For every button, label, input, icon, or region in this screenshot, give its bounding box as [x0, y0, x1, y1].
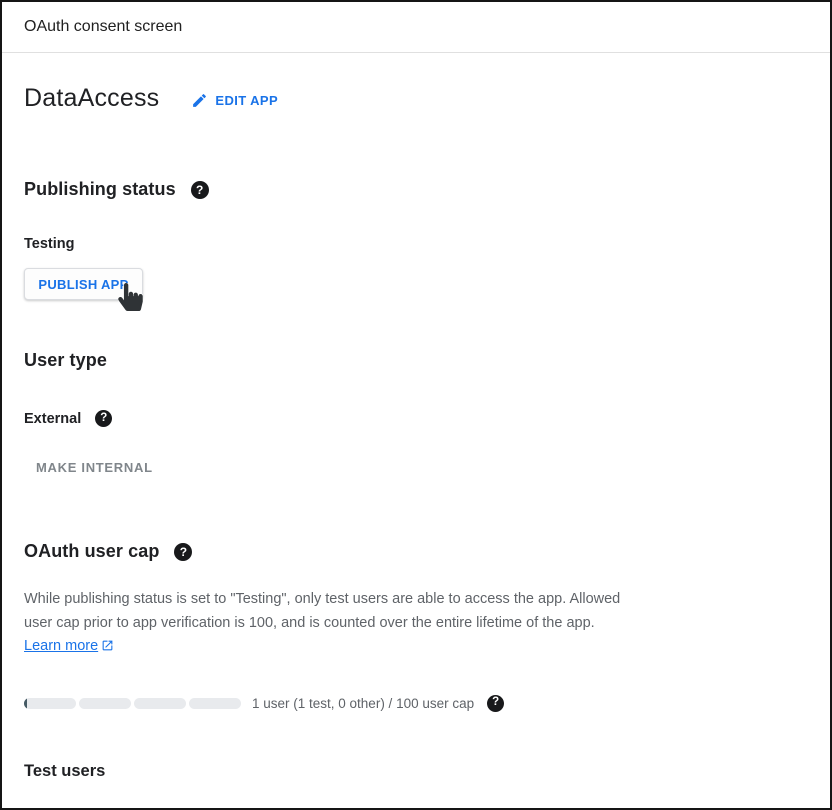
- learn-more-link[interactable]: Learn more: [24, 638, 114, 654]
- pencil-icon: [191, 92, 208, 109]
- publish-app-button-wrap: PUBLISH APP: [24, 268, 143, 300]
- user-cap-progress-segment: [24, 698, 76, 709]
- page-header: OAuth consent screen: [2, 2, 830, 53]
- make-internal-button[interactable]: MAKE INTERNAL: [25, 452, 164, 483]
- user-cap-usage-text: 1 user (1 test, 0 other) / 100 user cap: [252, 696, 474, 711]
- oauth-user-cap-heading: OAuth user cap ?: [24, 541, 808, 562]
- oauth-user-cap-description: While publishing status is set to "Testi…: [24, 588, 644, 661]
- publishing-status-heading: Publishing status ?: [24, 179, 808, 200]
- user-cap-progress-fill: [24, 698, 27, 709]
- help-icon[interactable]: ?: [174, 543, 192, 561]
- publish-app-button[interactable]: PUBLISH APP: [24, 268, 143, 300]
- learn-more-label: Learn more: [24, 638, 98, 654]
- test-users-heading: Test users: [24, 762, 808, 781]
- user-type-value-row: External ?: [24, 410, 808, 427]
- user-cap-usage-row: 1 user (1 test, 0 other) / 100 user cap …: [24, 695, 808, 712]
- help-icon[interactable]: ?: [95, 410, 112, 427]
- app-title-row: DataAccess EDIT APP: [24, 84, 808, 113]
- user-type-value: External: [24, 411, 81, 427]
- page-content: DataAccess EDIT APP Publishing status ? …: [2, 84, 830, 781]
- publishing-status-value: Testing: [24, 236, 808, 252]
- edit-app-button[interactable]: EDIT APP: [185, 88, 284, 113]
- user-cap-progress-bar: [24, 698, 241, 709]
- edit-app-label: EDIT APP: [215, 93, 278, 108]
- help-icon[interactable]: ?: [191, 181, 209, 199]
- app-name: DataAccess: [24, 84, 159, 113]
- open-in-new-icon: [101, 640, 114, 656]
- oauth-user-cap-heading-label: OAuth user cap: [24, 541, 159, 562]
- page-title: OAuth consent screen: [24, 18, 182, 36]
- publishing-status-heading-label: Publishing status: [24, 179, 176, 200]
- oauth-consent-page: OAuth consent screen DataAccess EDIT APP…: [0, 0, 832, 810]
- user-cap-progress-segment: [79, 698, 131, 709]
- user-cap-progress-segment: [134, 698, 186, 709]
- oauth-user-cap-description-text: While publishing status is set to "Testi…: [24, 591, 620, 631]
- user-cap-progress-segment: [189, 698, 241, 709]
- user-type-heading: User type: [24, 350, 808, 371]
- help-icon[interactable]: ?: [487, 695, 504, 712]
